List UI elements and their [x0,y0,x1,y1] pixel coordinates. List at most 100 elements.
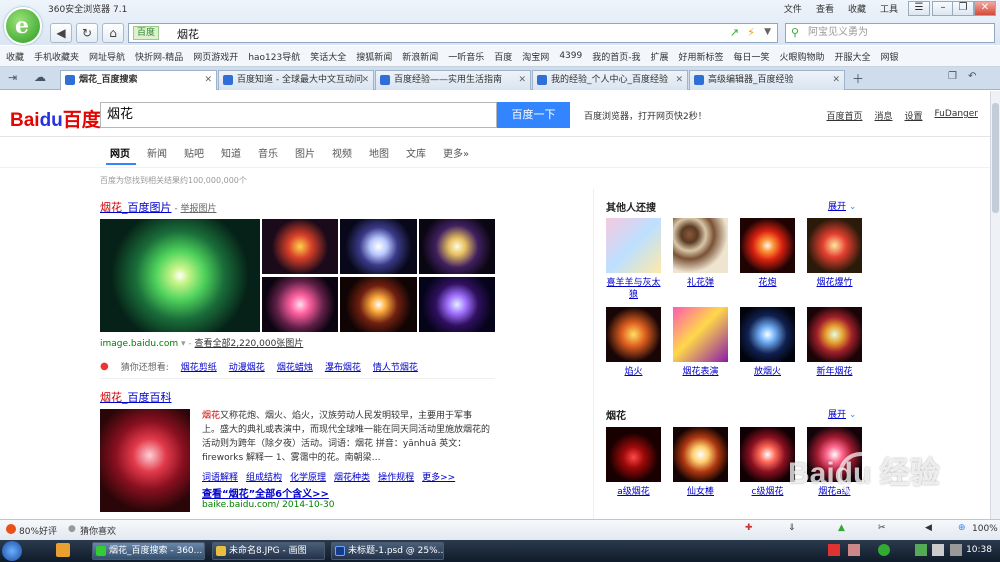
tab-close-icon[interactable]: ✕ [518,71,526,89]
link-messages[interactable]: 消息 [874,109,892,122]
related-card[interactable]: 仙女棒 [673,427,728,516]
network-icon[interactable] [932,544,944,556]
result-title-baike[interactable]: 烟花_百度百科 [100,389,172,405]
tab-close-icon[interactable]: ✕ [675,71,683,89]
scrollbar[interactable] [990,91,1000,519]
bookmark-item[interactable]: 快折网-精品 [135,50,183,63]
tab-zhidao[interactable]: 知道 [221,145,241,160]
baike-all-meanings-link[interactable]: 查看“烟花”全部6个含义>> [202,485,329,500]
volume-tray-icon[interactable] [950,544,962,556]
home-icon[interactable]: ⌂ [102,23,124,43]
thumbnail[interactable] [606,218,661,273]
baike-link[interactable]: 操作规程 [378,470,414,483]
view-all-images-link[interactable]: 查看全部2,220,000张图片 [195,339,304,349]
thumbnail[interactable] [740,307,795,362]
tab-close-icon[interactable]: ✕ [832,71,840,89]
tab-list-icon[interactable]: ❐ [948,71,957,82]
tab-music[interactable]: 音乐 [258,145,278,160]
card-caption[interactable]: a级烟花 [606,486,661,516]
bookmark-item[interactable]: 搜狐新闻 [356,50,392,63]
card-caption[interactable]: 仙女棒 [673,486,728,516]
maximize-icon[interactable]: ❐ [952,1,974,16]
lightning-icon[interactable]: ⚡ [747,26,755,39]
search-field[interactable]: ⚲ 阿宝见义勇为 [785,23,995,43]
card-caption[interactable]: 喜羊羊与灰太狼 [606,277,661,307]
tab-baidu-jingyan[interactable]: 百度经验——实用生活指南 ✕ [375,70,531,90]
firework-image[interactable] [418,219,495,274]
related-card[interactable]: c级烟花 [740,427,795,516]
bookmark-item[interactable]: 手机收藏夹 [34,50,79,63]
quicklaunch-icon[interactable] [56,543,70,557]
taskbar-item-browser[interactable]: 烟花_百度搜索 - 360... [92,542,205,560]
menu-favorites[interactable]: 收藏 [848,2,866,15]
tab-map[interactable]: 地图 [369,145,389,160]
tab-baidu-search[interactable]: 烟花_百度搜索 ✕ [60,70,217,90]
volume-icon[interactable]: ◀ [925,523,932,533]
skin-icon[interactable]: ☰ [908,1,930,16]
link-username[interactable]: FuDanger [935,109,979,122]
firework-image[interactable] [100,219,260,332]
taskbar-item-paint[interactable]: 未命名8.JPG - 画图 [212,542,325,560]
tab-editor[interactable]: 高级编辑器_百度经验 ✕ [689,70,845,90]
tray-icon[interactable] [848,544,860,556]
link-settings[interactable]: 设置 [904,109,922,122]
card-caption[interactable]: 礼花弹 [673,277,728,307]
new-tab-icon[interactable]: ＋ [852,70,864,87]
bookmark-item[interactable]: 扩展 [650,50,668,63]
related-card[interactable]: 新年烟花 [807,307,862,396]
tab-web[interactable]: 网页 [110,145,130,160]
firework-image[interactable] [340,276,417,332]
start-button[interactable] [2,541,22,561]
bookmark-item[interactable]: 网址导航 [89,50,125,63]
share-icon[interactable]: ↗ [730,26,739,39]
bookmark-item[interactable]: 收藏 [6,50,24,63]
address-text[interactable]: 烟花 [177,26,199,42]
thumbnail[interactable] [673,307,728,362]
related-link[interactable]: 烟花蜡烛 [277,360,313,373]
menu-tools[interactable]: 工具 [880,2,898,15]
bookmark-item[interactable]: 好用新标签 [678,50,723,63]
bookmark-item[interactable]: 一听音乐 [448,50,484,63]
card-caption[interactable]: 放烟火 [740,366,795,396]
undo-close-icon[interactable]: ↶ [968,71,976,82]
baike-link[interactable]: 组成结构 [246,470,282,483]
back-icon[interactable]: ◀ [50,23,72,43]
related-card[interactable]: 焰火 [606,307,661,396]
baike-link[interactable]: 更多>> [422,470,455,483]
bookmark-item[interactable]: 百度 [494,50,512,63]
tab-more[interactable]: 更多» [443,145,469,160]
baike-link[interactable]: 化学原理 [290,470,326,483]
tray-icon[interactable] [878,544,890,556]
firework-image[interactable] [262,219,339,274]
sidebar-toggle-icon[interactable]: ⇥ [8,71,17,84]
zoom-level[interactable]: 100% [972,524,998,534]
baidu-search-button[interactable]: 百度一下 [497,102,570,128]
minimize-icon[interactable]: – [932,1,954,16]
related-link[interactable]: 动漫烟花 [229,360,265,373]
baike-link[interactable]: 烟花种类 [334,470,370,483]
tab-my-jingyan[interactable]: 我的经验_个人中心_百度经验 ✕ [532,70,688,90]
download-icon[interactable]: ⇓ [788,523,796,533]
related-link[interactable]: 烟花剪纸 [181,360,217,373]
report-image-link[interactable]: 举报图片 [180,204,216,214]
expand-toggle[interactable]: 展开 ⌄ [828,199,856,212]
bookmark-item[interactable]: 火眼购物助 [780,50,825,63]
image-strip[interactable] [100,219,495,332]
related-card[interactable]: 烟花爆竹 [807,218,862,307]
related-card[interactable]: 花炮 [740,218,795,307]
refresh-icon[interactable]: ↻ [76,23,98,43]
result-title-images[interactable]: 烟花_百度图片 - 举报图片 [100,199,217,215]
baidu-search-input[interactable]: 烟花 [100,102,497,128]
bookmark-item[interactable]: 网银 [881,50,899,63]
baike-link[interactable]: 词语解释 [202,470,238,483]
tab-baidu-zhidao[interactable]: 百度知道 - 全球最大中文互动问 ✕ [218,70,374,90]
firework-image[interactable] [340,219,417,274]
card-caption[interactable]: c级烟花 [740,486,795,516]
thumbnail[interactable] [673,427,728,482]
tab-close-icon[interactable]: ✕ [204,71,212,89]
clock[interactable]: 10:38 [966,545,992,555]
card-caption[interactable]: 烟花表演 [673,366,728,396]
link-baidu-home[interactable]: 百度首页 [826,109,862,122]
rating-text[interactable]: 80%好评 [19,524,57,537]
bookmark-item[interactable]: 开服大全 [835,50,871,63]
